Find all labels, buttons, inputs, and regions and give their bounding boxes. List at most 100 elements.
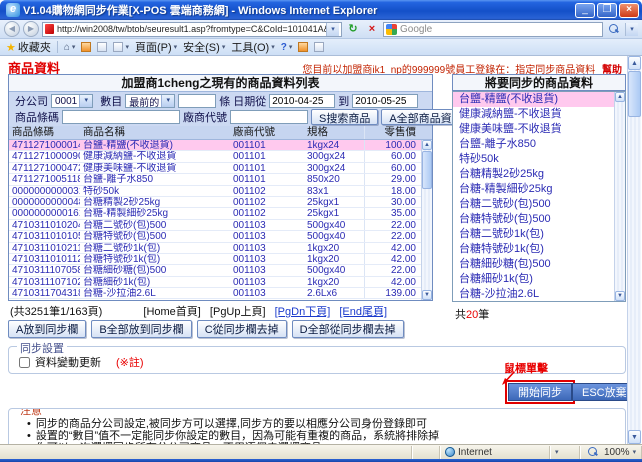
maximize-button[interactable]: ❐	[597, 3, 617, 18]
notice-item: 設置的“數目”值不一定能同步你設定的數目，因為可能有重複的商品，系統將排除掉	[27, 430, 617, 442]
data-change-update-checkbox[interactable]	[19, 357, 30, 368]
sync-list-item[interactable]: 健康美味鹽-不收退貨	[453, 122, 614, 137]
scroll-up-icon[interactable]: ▲	[615, 92, 625, 102]
sync-list-item[interactable]: 台糖二號砂1k(包)	[453, 227, 614, 242]
table-row[interactable]: 4710311010105台糖特號砂(包)500001103500gx4022.…	[9, 231, 421, 242]
security-zone: Internet	[440, 446, 550, 459]
table-row[interactable]: 0000000000031特砂50k00110283x118.00	[9, 186, 421, 197]
product-table-body: 4711271000014台鹽-精鹽(不收退貨)0011011kgx24100.…	[9, 140, 421, 300]
url-input[interactable]	[57, 24, 326, 34]
home-button[interactable]: ⌂ ▾	[64, 42, 76, 53]
start-sync-button[interactable]: 開始同步	[508, 383, 572, 401]
forward-button[interactable]: ▶	[23, 21, 39, 37]
scroll-down-icon[interactable]: ▼	[628, 430, 641, 444]
date-to-input[interactable]	[352, 94, 418, 108]
table-row[interactable]: 0000000000161台糖-精製細砂25kg00110225kgx135.0…	[9, 208, 421, 219]
table-scrollbar[interactable]: ▲ ▼	[421, 140, 432, 300]
table-row[interactable]: 4711271000014台鹽-精鹽(不收退貨)0011011kgx24100.…	[9, 140, 421, 151]
menu-tools[interactable]: 工具(O) ▾	[231, 39, 274, 55]
remove-all-from-sync-button[interactable]: D全部從同步欄去掉	[292, 320, 404, 338]
count-input[interactable]	[178, 94, 216, 108]
table-row[interactable]: 4711271000472健康美味鹽-不收退貨001101300gx2460.0…	[9, 163, 421, 174]
toolbar-extra-icon[interactable]	[314, 42, 324, 52]
scroll-up-icon[interactable]: ▲	[628, 56, 641, 70]
search-products-button[interactable]: S搜索商品	[311, 109, 378, 125]
sync-list-item[interactable]: 健康減納鹽-不收退貨	[453, 107, 614, 122]
branch-select[interactable]: 0001 ▾	[51, 94, 93, 108]
menu-safety[interactable]: 安全(S) ▾	[183, 39, 225, 55]
barcode-input[interactable]	[62, 110, 180, 124]
table-cell: 42.00	[364, 243, 420, 253]
search-box[interactable]	[383, 22, 603, 37]
search-input[interactable]	[400, 24, 600, 35]
sync-list-item[interactable]: 台鹽-精鹽(不收退貨)	[453, 92, 614, 107]
ie-logo-icon: e	[6, 3, 20, 17]
end-page-link[interactable]: [End尾頁]	[339, 306, 387, 318]
scroll-down-icon[interactable]: ▼	[615, 291, 625, 301]
minimize-button[interactable]: _	[575, 3, 595, 18]
table-cell: 42.00	[364, 277, 420, 287]
branch-select-arrow-icon: ▾	[79, 95, 92, 107]
sync-list-item[interactable]: 台糖細砂糖(包)500	[453, 257, 614, 272]
zoom-control[interactable]: 100% ▾	[580, 446, 642, 459]
notice-item: 同步的商品分公司設定,被同步方可以選擇,同步方的要以相應分公司身份登錄即可	[27, 418, 617, 430]
status-dropdown-icon[interactable]: ▾	[555, 448, 559, 456]
table-cell: 001101	[230, 140, 304, 150]
sync-list-item[interactable]: 台糖-精製細砂25kg	[453, 182, 614, 197]
table-cell: 001103	[230, 277, 304, 287]
sync-list-scrollbar[interactable]: ▲ ▼	[614, 92, 625, 301]
date-from-input[interactable]	[269, 94, 335, 108]
home-icon: ⌂	[64, 42, 70, 53]
table-row[interactable]: 4711271005118台鹽-離子水850001101850x2029.00	[9, 174, 421, 185]
sync-list-item[interactable]: 台糖二號砂(包)500	[453, 197, 614, 212]
table-row[interactable]: 4710311704318台糖-沙拉油2.6L0011032.6Lx6139.0…	[9, 288, 421, 299]
back-button[interactable]: ◀	[4, 21, 20, 37]
scrollbar-thumb[interactable]	[422, 151, 432, 189]
favorites-button[interactable]: ★ 收藏夾	[6, 39, 51, 55]
table-cell: 35.00	[364, 208, 420, 218]
pgdn-link[interactable]: [PgDn下頁]	[275, 306, 331, 318]
sync-list-item[interactable]: 台糖特號砂(包)500	[453, 212, 614, 227]
table-row[interactable]: 4710311010211台糖二號砂1k(包)0011031kgx2042.00	[9, 243, 421, 254]
toolbar-extra-icon[interactable]	[298, 42, 308, 52]
help-button[interactable]: ? ▾	[281, 42, 293, 53]
sync-count-suffix: 筆	[478, 309, 489, 321]
menu-page[interactable]: 頁面(P) ▾	[135, 39, 177, 55]
sync-list-item[interactable]: 台糖精製2砂25kg	[453, 167, 614, 182]
read-mail-icon[interactable]	[97, 42, 107, 52]
scroll-down-icon[interactable]: ▼	[422, 290, 432, 300]
address-dropdown-icon[interactable]: ▾	[326, 23, 339, 36]
count-select[interactable]: 最前的 ▾	[125, 94, 175, 108]
address-field[interactable]: ▾	[42, 22, 342, 37]
remove-from-sync-button[interactable]: C從同步欄去掉	[197, 320, 287, 338]
search-magnifier-icon[interactable]	[609, 24, 619, 34]
column-header: 規格	[304, 126, 364, 139]
print-button[interactable]: ▾	[113, 42, 129, 52]
table-row[interactable]: 4710311010204台糖二號砂(包)500001103500gx4022.…	[9, 220, 421, 231]
table-row[interactable]: 4710311107058台糖細砂糖(包)500001103500gx4022.…	[9, 265, 421, 276]
add-all-to-sync-button[interactable]: B全部放到同步欄	[91, 320, 191, 338]
vendor-input[interactable]	[230, 110, 308, 124]
table-cell: 22.00	[364, 220, 420, 230]
scrollbar-thumb[interactable]	[628, 71, 641, 117]
feeds-icon[interactable]	[81, 42, 91, 52]
scroll-up-icon[interactable]: ▲	[422, 140, 432, 150]
table-row[interactable]: 0000000000048台糖精製2砂25kg00110225kgx130.00	[9, 197, 421, 208]
search-dropdown-icon[interactable]: ▾	[625, 23, 638, 36]
menu-page-label: 頁面(P)	[135, 39, 172, 55]
table-row[interactable]: 4710311107102台糖細砂1k(包)0011031kgx2042.00	[9, 277, 421, 288]
sync-list-item[interactable]: 台糖特號砂1k(包)	[453, 242, 614, 257]
sync-list-item[interactable]: 特砂50k	[453, 152, 614, 167]
pgup-label: [PgUp上頁]	[210, 306, 266, 318]
table-row[interactable]: 4711271000090健康減納鹽-不收退貨001101300gx2460.0…	[9, 151, 421, 162]
table-row[interactable]: 4710311010112台糖特號砂1k(包)0011031kgx2042.00	[9, 254, 421, 265]
sync-list-item[interactable]: 台鹽-離子水850	[453, 137, 614, 152]
close-button[interactable]: ×	[619, 3, 639, 18]
sync-list-item[interactable]: 台糖細砂1k(包)	[453, 272, 614, 287]
page-scrollbar[interactable]: ▲ ▼	[627, 56, 641, 444]
stop-button[interactable]: ×	[364, 22, 380, 37]
table-cell: 29.00	[364, 174, 420, 184]
sync-list-item[interactable]: 台糖-沙拉油2.6L	[453, 287, 614, 301]
refresh-button[interactable]: ↻	[345, 22, 361, 37]
add-to-sync-button[interactable]: A放到同步欄	[8, 320, 86, 338]
